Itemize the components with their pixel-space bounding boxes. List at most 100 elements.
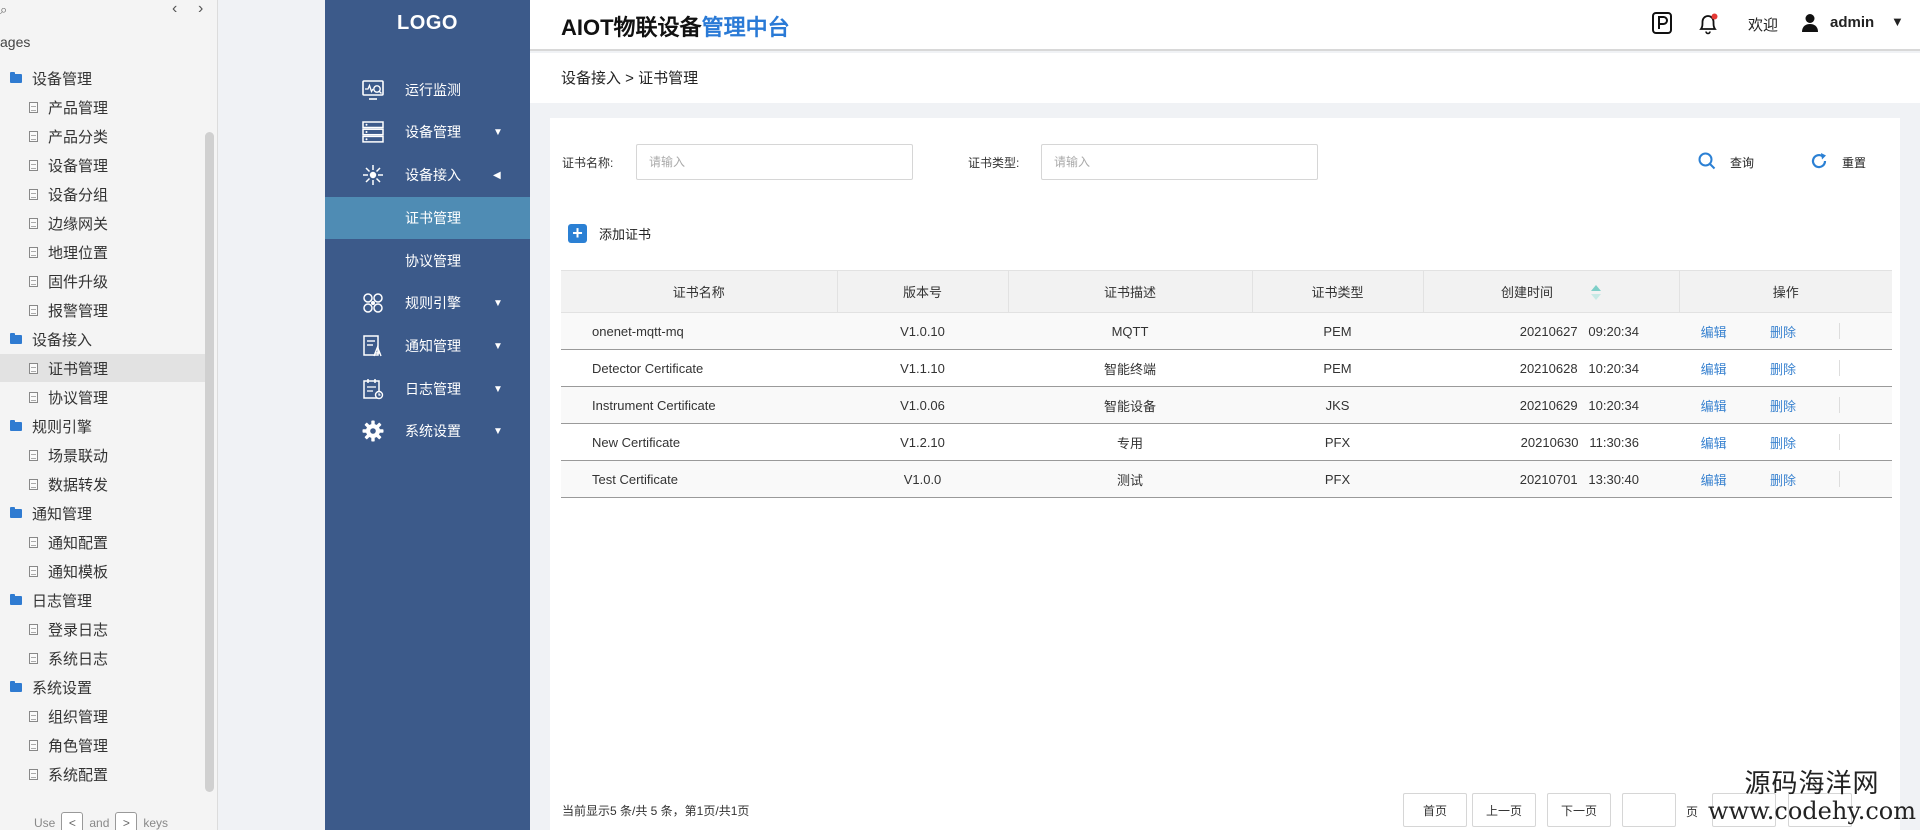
search-button-label: 查询	[1730, 156, 1755, 170]
nav-item-log[interactable]: 日志管理 ▼	[325, 368, 530, 410]
tree-folder[interactable]: 规则引擎	[0, 412, 205, 440]
tree-page[interactable]: 产品管理	[0, 93, 205, 121]
page-tree-toolbar: ⌕ ‹ ›	[0, 0, 218, 22]
tree-folder[interactable]: 系统设置	[0, 673, 205, 701]
tree-folder[interactable]: 日志管理	[0, 586, 205, 614]
cell-actions: 编辑 删除	[1679, 349, 1892, 387]
cert-type-input[interactable]	[1041, 144, 1318, 180]
bell-icon[interactable]	[1696, 10, 1720, 36]
page-icon	[29, 188, 38, 200]
tree-page[interactable]: 固件升级	[0, 267, 205, 295]
prev-page-button[interactable]: 上一页	[1472, 793, 1536, 827]
nav-item-notice[interactable]: 通知管理 ▼	[325, 325, 530, 367]
cell-type: PEM	[1252, 349, 1423, 387]
delete-link[interactable]: 删除	[1770, 322, 1796, 341]
next-page-icon[interactable]: ›	[198, 0, 203, 18]
page-tree-scrollbar[interactable]	[205, 132, 214, 792]
tree-folder[interactable]: 通知管理	[0, 499, 205, 527]
page-number-input[interactable]	[1622, 793, 1676, 827]
plus-icon: +	[568, 224, 587, 243]
tree-page[interactable]: 报警管理	[0, 296, 205, 324]
edit-link[interactable]: 编辑	[1701, 433, 1727, 452]
table-row: onenet-mqtt-mq V1.0.10 MQTT PEM 20210627 09:…	[561, 312, 1892, 350]
tree-page[interactable]: 系统配置	[0, 760, 205, 788]
col-header-description: 证书描述	[1007, 270, 1252, 313]
tree-page[interactable]: 角色管理	[0, 731, 205, 759]
page-icon	[29, 217, 38, 229]
page-icon	[29, 478, 38, 490]
page-size-button[interactable]	[1788, 793, 1852, 827]
nav-item-device-management[interactable]: 设备管理 ▼	[325, 111, 530, 153]
folder-icon	[10, 680, 22, 692]
nav-label: 设备接入	[405, 167, 461, 183]
folder-icon	[10, 419, 22, 431]
cell-name: Instrument Certificate	[561, 386, 837, 424]
prev-page-label: 上一页	[1485, 803, 1522, 818]
tree-page[interactable]: 登录日志	[0, 615, 205, 643]
keyboard-hint: Use < and > keys	[34, 812, 168, 830]
tree-page[interactable]: 证书管理	[0, 354, 205, 382]
tree-page[interactable]: 场景联动	[0, 441, 205, 469]
tree-folder[interactable]: 设备接入	[0, 325, 205, 353]
go-page-button[interactable]	[1712, 793, 1776, 827]
col-header-created[interactable]: 创建时间	[1422, 270, 1679, 313]
cert-name-input[interactable]	[636, 144, 913, 180]
previous-page-icon[interactable]: ‹	[172, 0, 177, 18]
edit-link[interactable]: 编辑	[1701, 322, 1727, 341]
nav-subitem-certificate[interactable]: 证书管理	[325, 197, 530, 239]
nav-subitem-protocol[interactable]: 协议管理	[325, 240, 530, 282]
folder-icon	[10, 593, 22, 605]
nav-item-settings[interactable]: 系统设置 ▼	[325, 410, 530, 452]
cell-version: V1.0.0	[837, 460, 1008, 498]
search-button[interactable]: 查询	[1698, 152, 1754, 173]
add-certificate-button[interactable]: + 添加证书	[568, 224, 651, 243]
chevron-down-icon[interactable]: ▼	[1891, 14, 1904, 29]
parking-icon[interactable]	[1650, 10, 1674, 36]
table-header-row: 证书名称 版本号 证书描述 证书类型 创建时间 操作	[561, 270, 1892, 313]
tree-page[interactable]: 设备管理	[0, 151, 205, 179]
row-actions: 编辑 删除	[1679, 322, 1892, 341]
tree-page[interactable]: 边缘网关	[0, 209, 205, 237]
tree-item-label: 设备管理	[48, 157, 109, 175]
tree-page[interactable]: 协议管理	[0, 383, 205, 411]
tree-page[interactable]: 设备分组	[0, 180, 205, 208]
next-page-button[interactable]: 下一页	[1547, 793, 1611, 827]
tree-page[interactable]: 组织管理	[0, 702, 205, 730]
tree-page[interactable]: 数据转发	[0, 470, 205, 498]
tree-item-label: 产品分类	[48, 128, 109, 146]
first-page-button[interactable]: 首页	[1403, 793, 1467, 827]
tree-item-label: 组织管理	[48, 708, 109, 726]
cell-type: PFX	[1252, 460, 1423, 498]
nav-item-monitor[interactable]: 运行监测	[325, 69, 530, 111]
tree-page[interactable]: 地理位置	[0, 238, 205, 266]
delete-link[interactable]: 删除	[1770, 470, 1796, 489]
tree-page[interactable]: 产品分类	[0, 122, 205, 150]
col-header-text: 证书描述	[1103, 285, 1156, 300]
username[interactable]: admin	[1830, 14, 1874, 31]
edit-link[interactable]: 编辑	[1701, 359, 1727, 378]
col-header-text: 版本号	[902, 285, 942, 300]
delete-link[interactable]: 删除	[1770, 396, 1796, 415]
search-icon	[1698, 152, 1716, 173]
tree-item-label: 产品管理	[48, 99, 109, 117]
hint-key-prev: <	[61, 812, 84, 830]
tree-folder[interactable]: 设备管理	[0, 64, 205, 92]
delete-link[interactable]: 删除	[1770, 433, 1796, 452]
nav-item-device-access[interactable]: 设备接入 ◀	[325, 154, 530, 196]
tree-page[interactable]: 系统日志	[0, 644, 205, 672]
delete-link[interactable]: 删除	[1770, 359, 1796, 378]
page-icon	[29, 391, 38, 403]
tree-page[interactable]: 通知模板	[0, 557, 205, 585]
cell-type: JKS	[1252, 386, 1423, 424]
sort-icon[interactable]	[1591, 285, 1601, 301]
nav-label: 日志管理	[405, 381, 461, 397]
search-icon[interactable]: ⌕	[0, 2, 7, 18]
cell-type: PEM	[1252, 312, 1423, 350]
chevron-down-icon: ▼	[493, 340, 503, 352]
reset-button[interactable]: 重置	[1810, 152, 1866, 173]
nav-item-rule-engine[interactable]: 规则引擎 ▼	[325, 282, 530, 324]
tree-page[interactable]: 通知配置	[0, 528, 205, 556]
cell-actions: 编辑 删除	[1679, 460, 1892, 498]
edit-link[interactable]: 编辑	[1701, 470, 1727, 489]
edit-link[interactable]: 编辑	[1701, 396, 1727, 415]
